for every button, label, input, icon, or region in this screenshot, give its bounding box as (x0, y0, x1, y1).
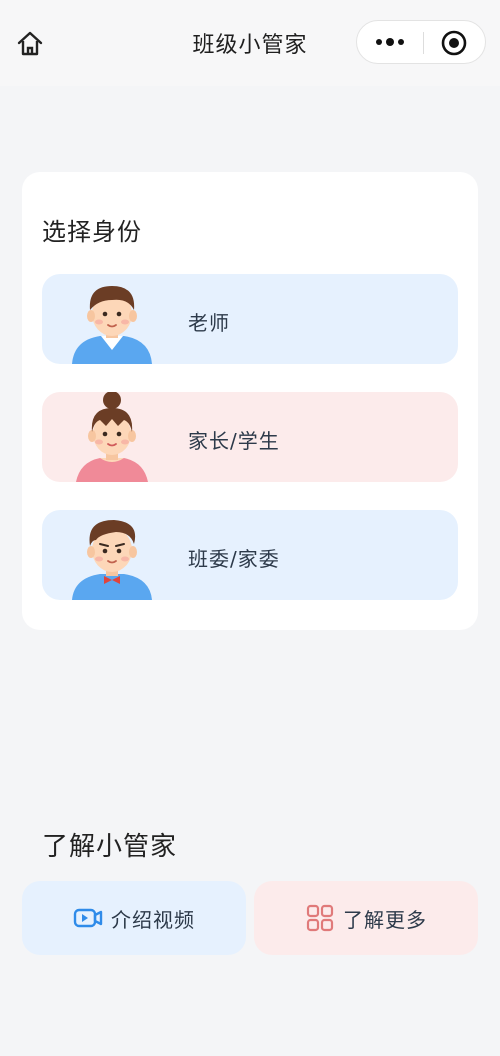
capsule-divider (423, 32, 424, 54)
teacher-avatar-icon (70, 274, 154, 364)
parent-student-avatar-icon (70, 392, 154, 482)
target-icon[interactable] (441, 30, 467, 56)
nav-bar: 班级小管家 (0, 0, 500, 86)
miniprogram-capsule (356, 20, 486, 64)
intro-video-label: 介绍视频 (111, 907, 195, 932)
role-label: 班委/家委 (188, 547, 280, 571)
identity-card: 选择身份 老师 家长/学生 班委/家委 (22, 172, 478, 630)
role-committee-button[interactable]: 班委/家委 (42, 510, 458, 600)
role-label: 老师 (188, 311, 230, 335)
learn-more-label: 了解更多 (343, 907, 427, 932)
grid-icon (305, 903, 335, 933)
learn-section-title: 了解小管家 (42, 832, 178, 862)
role-label: 家长/学生 (188, 429, 280, 453)
learn-more-button[interactable]: 了解更多 (254, 881, 478, 955)
identity-title: 选择身份 (42, 218, 142, 246)
video-icon (73, 903, 103, 933)
role-teacher-button[interactable]: 老师 (42, 274, 458, 364)
intro-video-button[interactable]: 介绍视频 (22, 881, 246, 955)
committee-avatar-icon (70, 510, 154, 600)
role-parent-student-button[interactable]: 家长/学生 (42, 392, 458, 482)
more-dots-icon[interactable] (371, 31, 411, 53)
